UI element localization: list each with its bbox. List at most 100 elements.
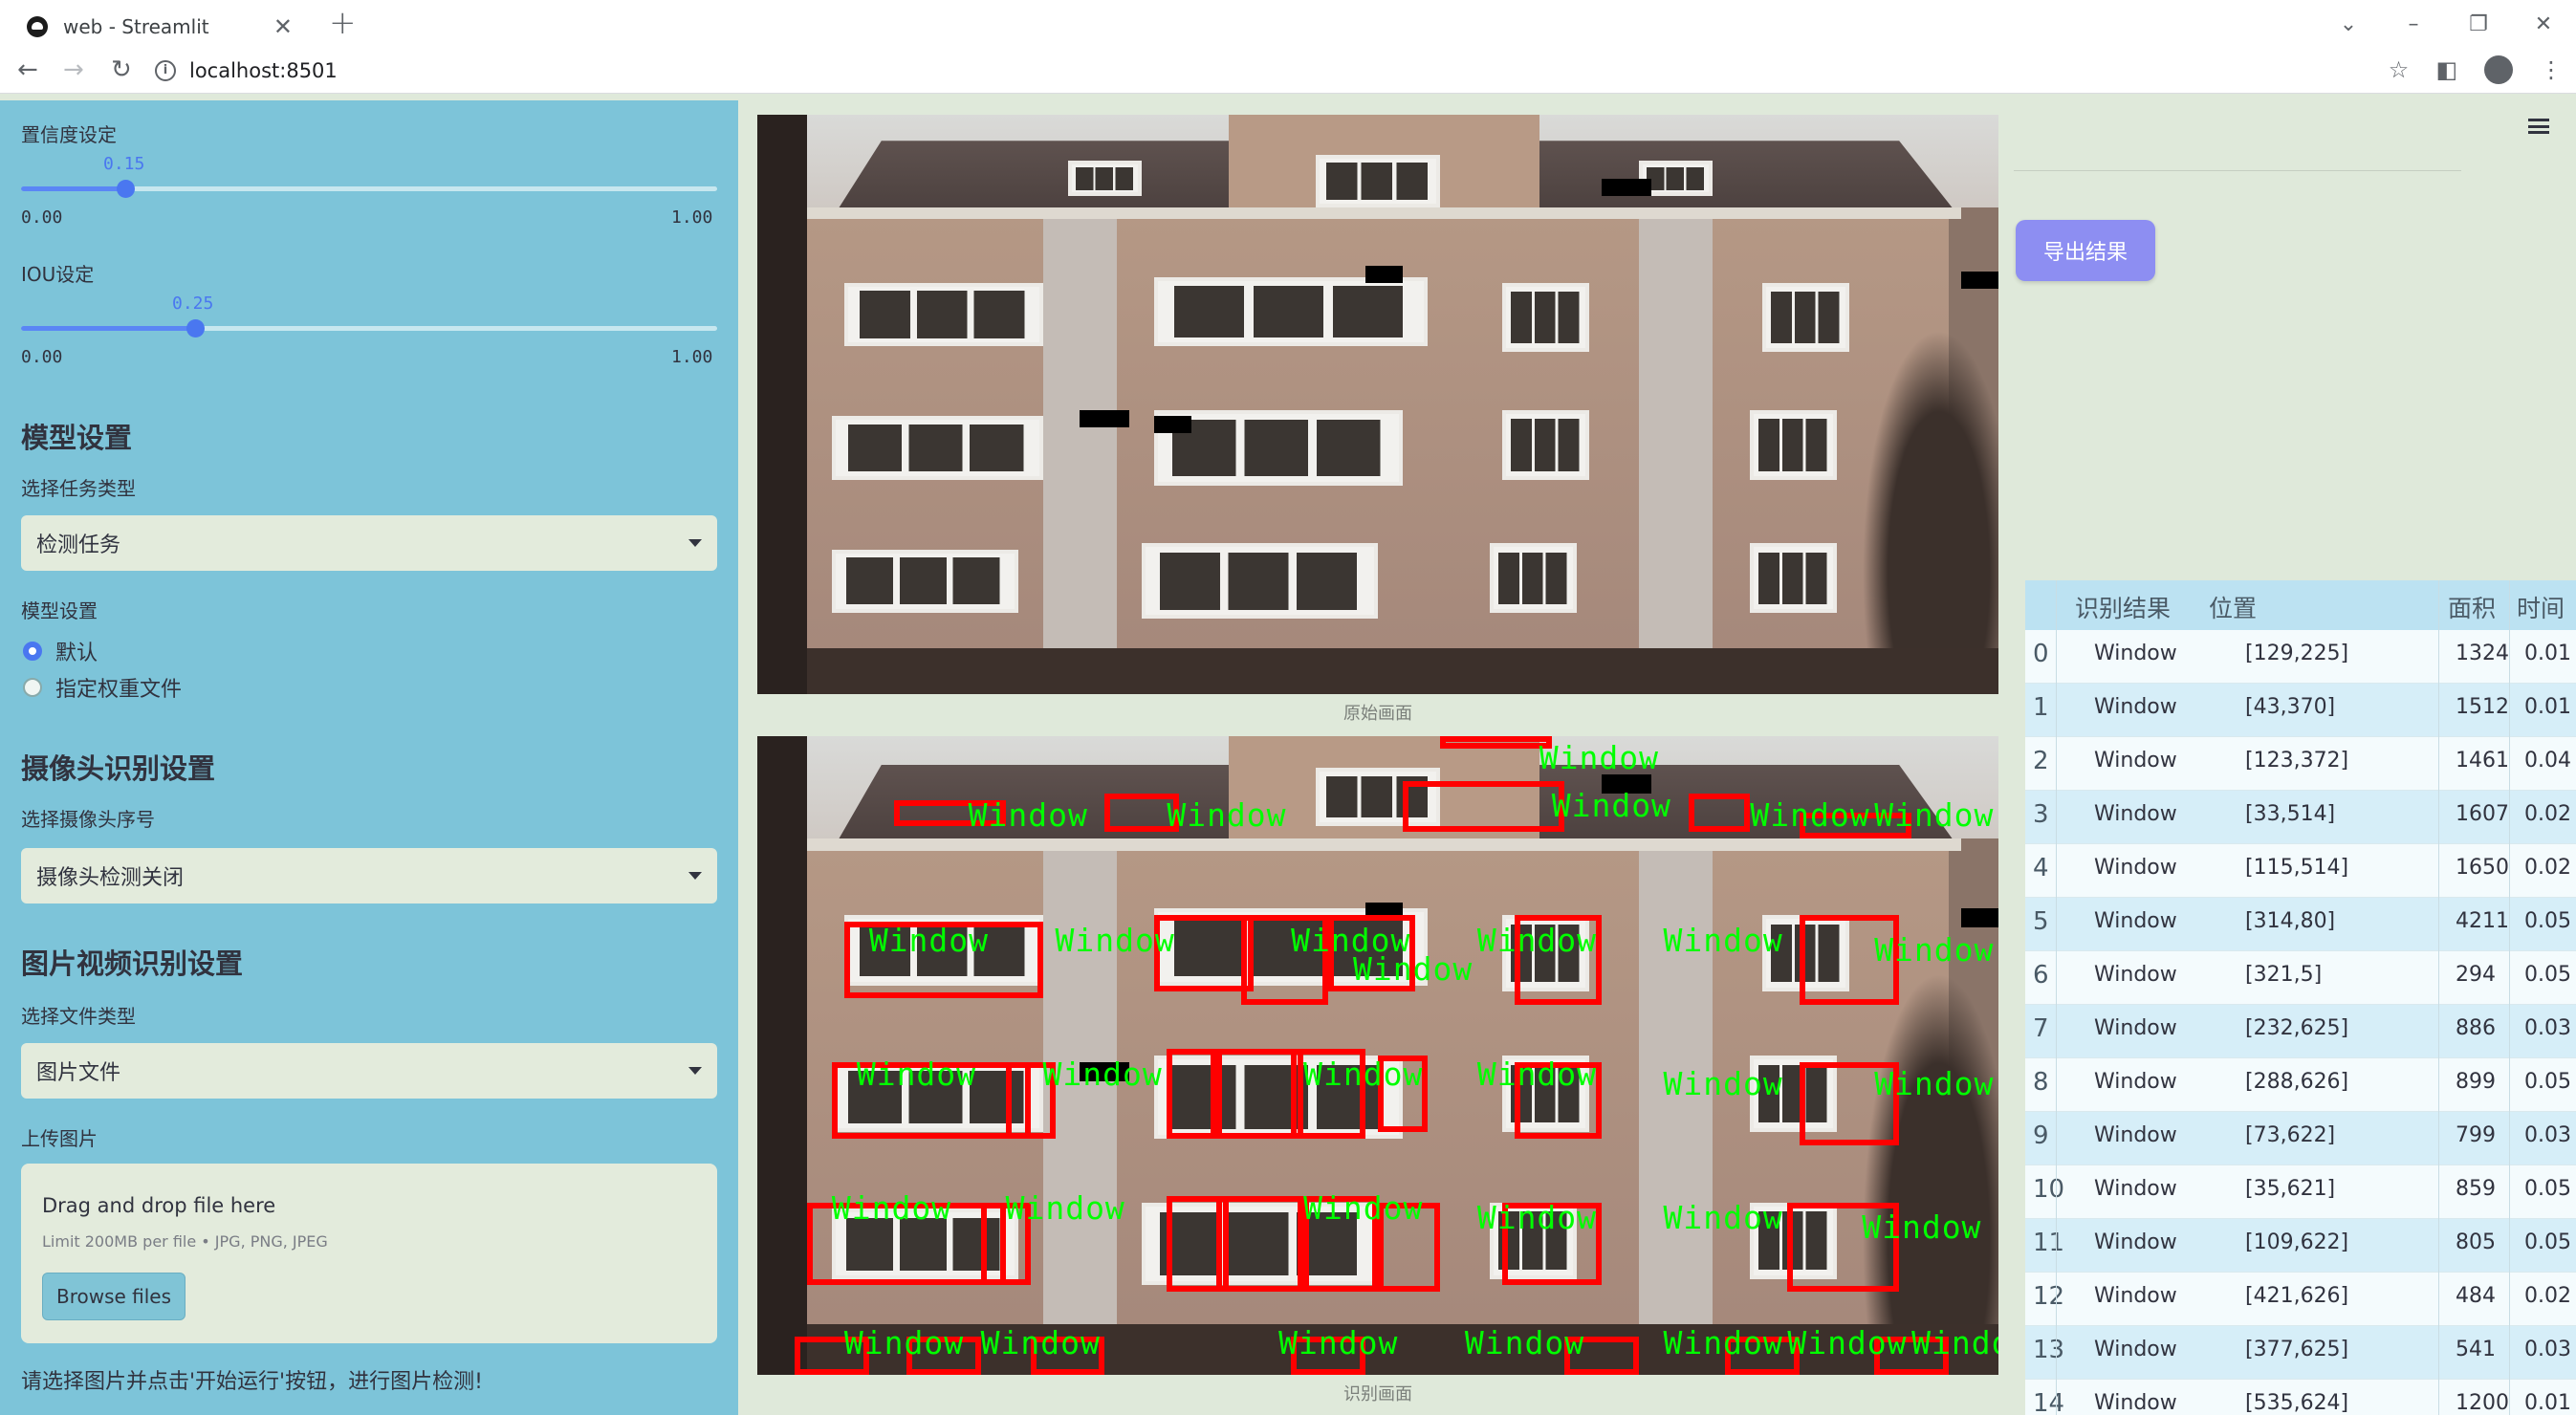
table-row[interactable]: 1 Window [43,370] 1512 0.01 (2025, 684, 2576, 737)
table-row[interactable]: 6 Window [321,5] 294 0.05 (2025, 951, 2576, 1005)
table-row[interactable]: 13 Window [377,625] 541 0.03 (2025, 1326, 2576, 1380)
confidence-min: 0.00 (21, 207, 63, 228)
task-type-label: 选择任务类型 (21, 477, 136, 500)
image-mask (1961, 271, 1998, 289)
image-window (1501, 410, 1589, 480)
row-time: 0.02 (2524, 802, 2571, 826)
bookmark-star-icon[interactable]: ☆ (2389, 56, 2410, 83)
header-position[interactable]: 位置 (2209, 590, 2257, 624)
table-row[interactable]: 9 Window [73,622] 799 0.03 (2025, 1112, 2576, 1165)
back-icon[interactable]: ← (17, 55, 38, 84)
table-row[interactable]: 8 Window [288,626] 899 0.05 (2025, 1058, 2576, 1112)
task-type-select[interactable]: 检测任务 (21, 515, 717, 571)
row-time: 0.01 (2524, 695, 2571, 719)
file-type-label: 选择文件类型 (21, 1005, 136, 1028)
result-caption: 识别画面 (1343, 1384, 1412, 1404)
row-position: [314,80] (2245, 909, 2336, 933)
detection-box (1402, 780, 1564, 833)
header-area[interactable]: 面积 (2448, 590, 2496, 624)
close-window-icon[interactable]: ✕ (2511, 12, 2576, 36)
reload-icon[interactable]: ↻ (111, 55, 132, 84)
result-image: Window Window Window Window Window Window Wind… (757, 736, 1998, 1375)
file-type-select[interactable]: 图片文件 (21, 1043, 717, 1099)
detection-label: Window (1303, 1056, 1424, 1093)
row-position: [33,514] (2245, 802, 2336, 826)
model-option-default[interactable]: 默认 (23, 636, 98, 666)
iou-slider[interactable] (21, 319, 717, 337)
url-field[interactable]: i localhost:8501 (155, 53, 2392, 89)
header-result[interactable]: 识别结果 (2075, 590, 2171, 624)
row-time: 0.05 (2524, 963, 2571, 987)
row-result: Window (2094, 1284, 2177, 1308)
sidepanel-icon[interactable]: ◧ (2435, 56, 2457, 83)
detection-label: Window (1005, 1189, 1125, 1228)
upload-label: 上传图片 (21, 1127, 98, 1150)
table-row[interactable]: 7 Window [232,625] 886 0.03 (2025, 1005, 2576, 1058)
camera-select[interactable]: 摄像头检测关闭 (21, 848, 717, 903)
browse-files-button[interactable]: Browse files (42, 1273, 186, 1320)
row-time: 0.04 (2524, 749, 2571, 773)
file-dropzone[interactable]: Drag and drop file here Limit 200MB per … (21, 1164, 717, 1343)
table-row[interactable]: 11 Window [109,622] 805 0.05 (2025, 1219, 2576, 1273)
image-tree (1849, 288, 1998, 694)
browser-tab[interactable]: web - Streamlit ✕ (11, 6, 308, 48)
hamburger-menu-icon[interactable] (2528, 119, 2549, 134)
radio-unselected-icon (23, 678, 42, 697)
table-row[interactable]: 14 Window [535,624] 1200 0.01 (2025, 1380, 2576, 1415)
model-option-default-label: 默认 (55, 642, 98, 665)
minimize-icon[interactable]: – (2381, 12, 2446, 36)
restore-icon[interactable]: ❐ (2446, 12, 2511, 36)
table-row[interactable]: 2 Window [123,372] 1461 0.04 (2025, 737, 2576, 791)
table-row[interactable]: 3 Window [33,514] 1607 0.02 (2025, 791, 2576, 844)
profile-avatar-icon[interactable] (2484, 55, 2513, 84)
row-position: [377,625] (2245, 1338, 2349, 1361)
row-area: 4211 (2456, 909, 2509, 933)
detection-label: Window (1476, 1199, 1598, 1237)
table-row[interactable]: 12 Window [421,626] 484 0.02 (2025, 1273, 2576, 1326)
table-row[interactable]: 4 Window [115,514] 1650 0.02 (2025, 844, 2576, 898)
image-window (1142, 543, 1378, 620)
row-area: 484 (2456, 1284, 2496, 1308)
row-index: 8 (2033, 1068, 2049, 1097)
confidence-slider-thumb[interactable] (117, 180, 135, 198)
iou-slider-thumb[interactable] (186, 319, 205, 337)
image-window (1067, 161, 1143, 196)
iou-min: 0.00 (21, 347, 63, 367)
detection-label: Window (1476, 1056, 1598, 1093)
site-info-icon[interactable]: i (155, 60, 176, 81)
image-window (1316, 155, 1440, 207)
row-result: Window (2094, 1391, 2177, 1415)
row-index: 13 (2033, 1336, 2065, 1364)
camera-heading: 摄像头识别设置 (21, 752, 216, 785)
image-mask (1365, 902, 1403, 916)
header-time[interactable]: 时间 (2517, 590, 2565, 624)
more-menu-icon[interactable]: ⋮ (2540, 56, 2563, 83)
row-position: [129,225] (2245, 642, 2349, 665)
detection-label: Window (1539, 739, 1659, 777)
row-position: [43,370] (2245, 695, 2336, 719)
detection-label: Window (968, 796, 1088, 835)
confidence-slider[interactable] (21, 180, 717, 198)
file-type-value: 图片文件 (36, 1061, 121, 1085)
image-window (1489, 543, 1577, 614)
chevron-down-icon[interactable]: ⌄ (2316, 12, 2381, 36)
row-index: 0 (2033, 640, 2049, 668)
table-row[interactable]: 0 Window [129,225] 1324 0.01 (2025, 630, 2576, 684)
row-area: 1650 (2456, 856, 2509, 880)
results-table[interactable]: 识别结果 位置 面积 时间 0 Window [129,225] 1324 0.01 1 W… (2025, 580, 2576, 1415)
browser-tabbar: web - Streamlit ✕ + ⌄ – ❐ ✕ (0, 0, 2576, 48)
forward-icon[interactable]: → (63, 55, 84, 84)
table-row[interactable]: 5 Window [314,80] 4211 0.05 (2025, 898, 2576, 951)
close-tab-icon[interactable]: ✕ (273, 13, 293, 40)
row-position: [421,626] (2245, 1284, 2349, 1308)
export-results-button[interactable]: 导出结果 (2016, 220, 2155, 281)
new-tab-icon[interactable]: + (329, 4, 357, 42)
iou-label: IOU设定 (21, 263, 95, 286)
chevron-down-icon (688, 539, 702, 547)
image-left-edge (757, 736, 807, 1375)
url-text: localhost:8501 (189, 59, 338, 82)
model-option-weights[interactable]: 指定权重文件 (23, 672, 182, 703)
table-row[interactable]: 10 Window [35,621] 859 0.05 (2025, 1165, 2576, 1219)
divider (2014, 170, 2461, 171)
row-time: 0.05 (2524, 1177, 2571, 1201)
